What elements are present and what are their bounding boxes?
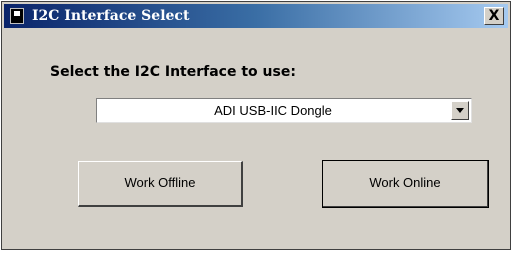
interface-prompt-label: Select the I2C Interface to use: [50,64,296,80]
interface-dropdown[interactable]: ADI USB-IIC Dongle [96,98,472,123]
dialog-window: I2C Interface Select X Select the I2C In… [1,1,511,250]
close-button[interactable]: X [484,7,504,25]
window-title: I2C Interface Select [32,8,190,24]
work-offline-button[interactable]: Work Offline [78,161,243,207]
chevron-down-icon[interactable] [451,101,469,120]
app-icon[interactable] [10,8,24,24]
work-online-button[interactable]: Work Online [322,160,489,208]
interface-dropdown-value: ADI USB-IIC Dongle [214,103,332,118]
title-bar[interactable]: I2C Interface Select X [4,4,508,28]
